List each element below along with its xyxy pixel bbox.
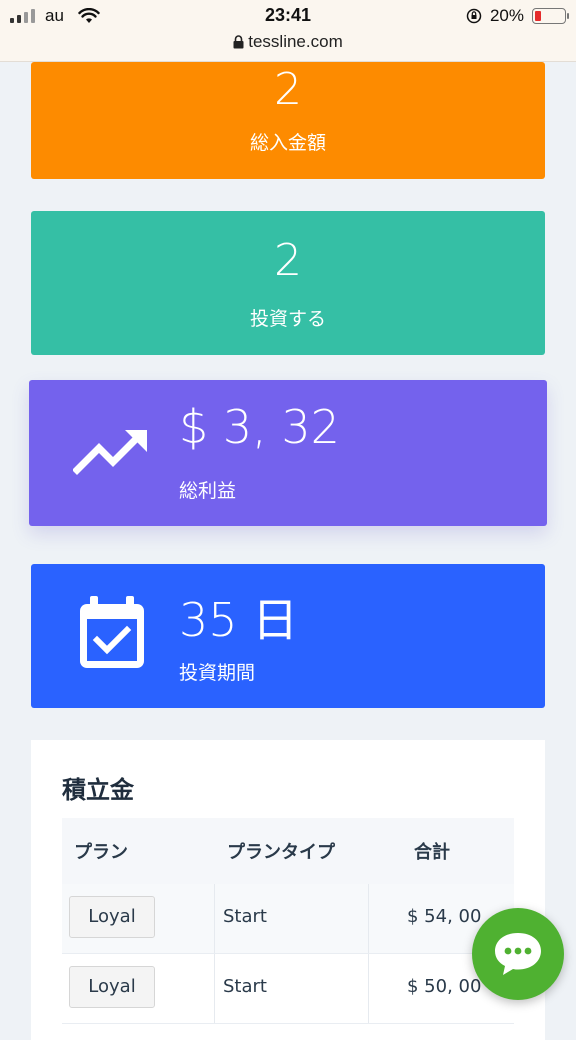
cell-divider (368, 884, 369, 953)
total-profit-value: $ 3, 32 (179, 400, 340, 454)
total-deposit-label: 総入金額 (249, 132, 326, 154)
savings-table: プラン プランタイプ 合計 Loyal Start $ 54, 00 Loyal… (62, 818, 514, 1024)
invest-label: 投資する (249, 308, 326, 330)
cell-divider (214, 884, 215, 953)
total-cell: $ 54, 00 (407, 906, 482, 927)
savings-panel: 積立金 プラン プランタイプ 合計 Loyal Start $ 54, 00 L… (31, 740, 545, 1040)
battery-icon (532, 8, 569, 24)
chat-bubble-icon (495, 933, 541, 975)
total-profit-card: $ 3, 32 総利益 (29, 380, 547, 526)
total-cell: $ 50, 00 (407, 976, 482, 997)
url-bar[interactable]: tessline.com (0, 32, 576, 52)
status-bar: au 23:41 20% tessline.com (0, 0, 576, 62)
column-header-plan-type: プランタイプ (227, 842, 335, 863)
chat-button[interactable] (472, 908, 564, 1000)
column-header-plan: プラン (74, 842, 128, 863)
plan-button[interactable]: Loyal (69, 896, 155, 938)
table-header: プラン プランタイプ 合計 (62, 818, 514, 884)
trending-up-icon (73, 430, 147, 475)
status-right: 20% (466, 6, 569, 26)
investment-period-card: 35 日 投資期間 (31, 564, 545, 708)
total-profit-label: 総利益 (179, 480, 237, 502)
table-body: Loyal Start $ 54, 00 Loyal Start $ 50, 0… (62, 884, 514, 1024)
url-text: tessline.com (248, 32, 343, 51)
battery-percent: 20% (489, 6, 524, 25)
plan-type-cell: Start (223, 976, 267, 997)
lock-icon (233, 35, 244, 49)
plan-type-cell: Start (223, 906, 267, 927)
cell-divider (368, 954, 369, 1023)
calendar-check-icon (80, 596, 144, 668)
battery-fill (535, 11, 541, 21)
investment-period-value: 35 日 (179, 593, 299, 647)
orientation-lock-icon (466, 8, 482, 24)
table-row: Loyal Start $ 54, 00 (62, 884, 514, 954)
savings-title: 積立金 (62, 776, 134, 804)
invest-card: 2 投資する (31, 211, 545, 355)
table-row: Loyal Start $ 50, 00 (62, 954, 514, 1024)
plan-button[interactable]: Loyal (69, 966, 155, 1008)
total-deposit-card: 2 総入金額 (31, 62, 545, 179)
investment-period-label: 投資期間 (179, 662, 256, 684)
total-deposit-value: 2 (274, 64, 302, 115)
column-header-total: 合計 (414, 842, 450, 863)
invest-value: 2 (274, 235, 302, 286)
cell-divider (214, 954, 215, 1023)
